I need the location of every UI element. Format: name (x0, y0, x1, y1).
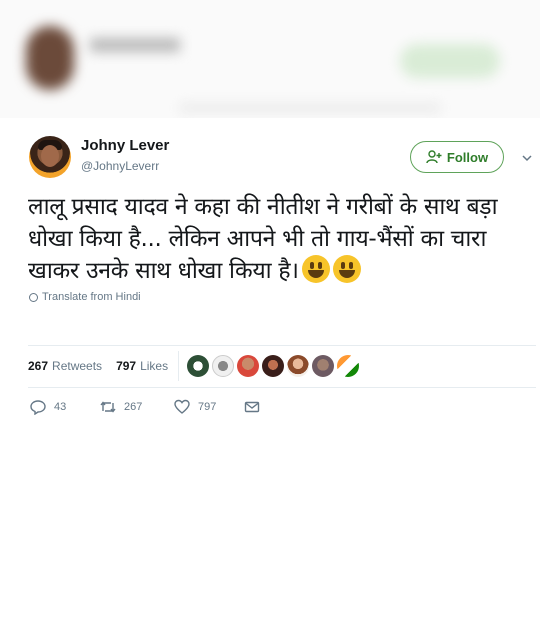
liker-avatar[interactable] (312, 355, 335, 377)
follow-button[interactable]: Follow (410, 141, 504, 173)
retweets-label: Retweets (52, 359, 103, 373)
likes-stat[interactable]: 797 Likes (116, 359, 168, 373)
retweets-count: 267 (28, 359, 49, 373)
liker-avatar[interactable] (337, 355, 360, 377)
likes-label: Likes (140, 359, 169, 373)
tweet-body: लालू प्रसाद यादव ने कहा की नीतीश ने गरीब… (28, 194, 498, 284)
add-user-icon (426, 150, 442, 164)
author-handle[interactable]: @JohnyLeverr (81, 159, 159, 173)
avatar[interactable] (29, 136, 71, 178)
reply-button[interactable]: 43 (30, 399, 100, 415)
envelope-icon (244, 401, 260, 413)
translate-link[interactable]: Translate from Hindi (29, 291, 141, 303)
stats-separator (178, 351, 180, 381)
like-button[interactable]: 797 (174, 399, 244, 415)
tweet-actions: 43 267 797 (30, 399, 260, 415)
globe-icon (29, 292, 38, 302)
message-button[interactable] (244, 399, 260, 415)
follow-label: Follow (446, 149, 489, 165)
blurred-avatar (26, 26, 74, 90)
retweet-button[interactable]: 267 (100, 399, 174, 415)
reply-icon (30, 400, 46, 415)
heart-icon (174, 399, 190, 414)
retweets-stat[interactable]: 267 Retweets (28, 359, 102, 373)
grinning-face-icon (332, 255, 361, 283)
engagement-stats: 267 Retweets 797 Likes (28, 351, 360, 381)
divider (28, 387, 536, 388)
tweet-text: लालू प्रसाद यादव ने कहा की नीतीश ने गरीब… (28, 191, 533, 287)
chevron-down-icon[interactable] (520, 150, 534, 164)
liker-avatar[interactable] (287, 355, 310, 377)
liker-avatars (187, 355, 360, 377)
grinning-face-icon (301, 255, 330, 283)
divider (28, 345, 536, 346)
blurred-name (90, 38, 180, 52)
blurred-content (0, 0, 540, 118)
blurred-button (400, 44, 500, 78)
likes-count: 797 (116, 359, 137, 373)
liker-avatar[interactable] (187, 355, 210, 377)
translate-label: Translate from Hindi (42, 291, 141, 303)
avatar-face (41, 145, 59, 167)
retweet-count: 267 (124, 401, 143, 413)
liker-avatar[interactable] (212, 355, 235, 377)
blurred-header (0, 0, 540, 118)
liker-avatar[interactable] (237, 355, 260, 377)
liker-avatar[interactable] (262, 355, 285, 377)
retweet-icon (100, 401, 116, 413)
blurred-line (180, 104, 440, 112)
like-count: 797 (198, 401, 217, 413)
author-name[interactable]: Johny Lever (81, 137, 169, 154)
reply-count: 43 (54, 401, 67, 413)
